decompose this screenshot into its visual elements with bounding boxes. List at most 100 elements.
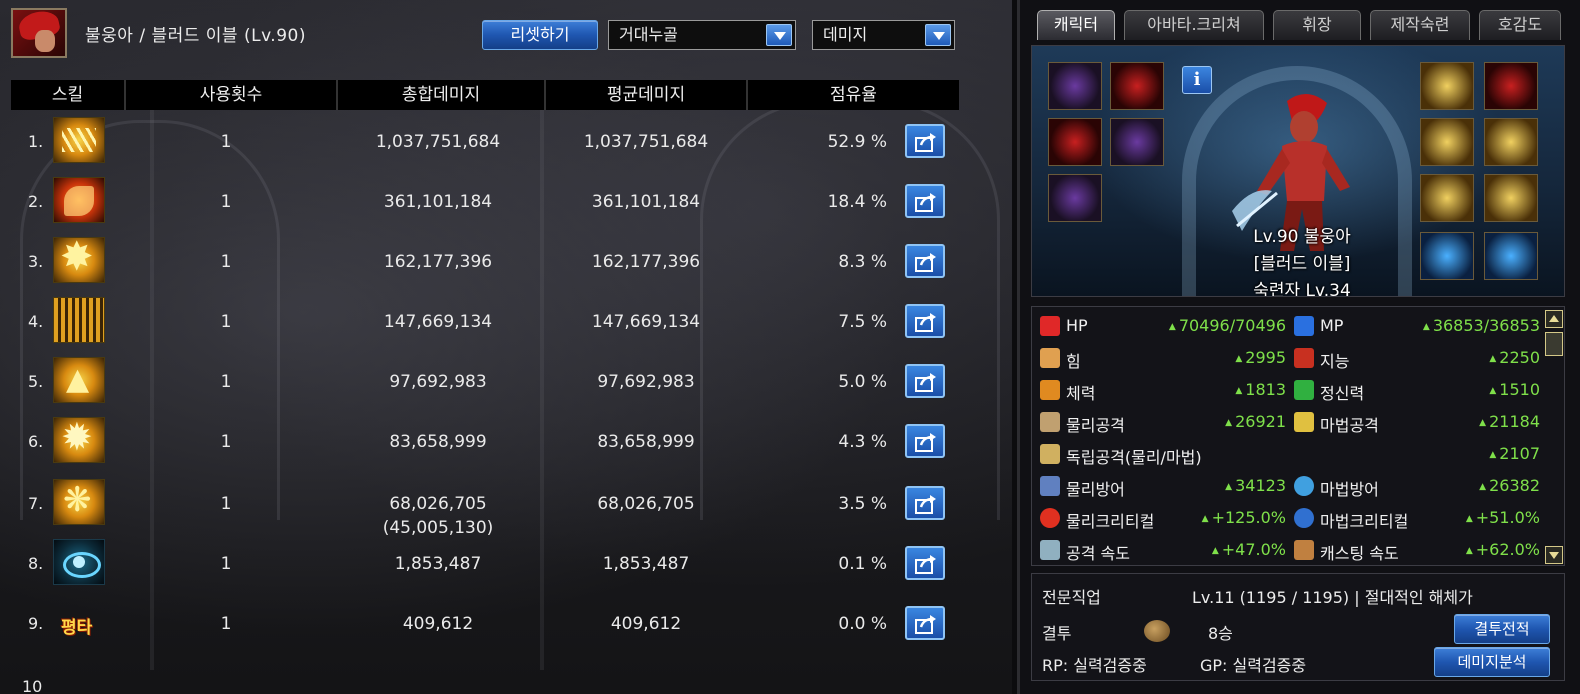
stat-strength: 힘2995 [1036, 345, 1286, 371]
bars-skill-icon[interactable] [53, 297, 105, 343]
medal-icon [1144, 620, 1170, 642]
equipment-slot[interactable] [1048, 62, 1102, 110]
magic-crit-icon [1294, 508, 1314, 528]
share-icon[interactable] [905, 546, 945, 580]
stat-spirit: 정신력1510 [1290, 377, 1540, 403]
share-icon[interactable] [905, 304, 945, 338]
equipment-slot[interactable] [1048, 174, 1102, 222]
share-icon[interactable] [905, 364, 945, 398]
damage-share: 0.0 % [838, 614, 887, 634]
tab-emblem[interactable]: 휘장 [1273, 10, 1361, 40]
pvp-record-button[interactable]: 결투전적 [1454, 614, 1550, 644]
table-row: 3. 1 162,177,396 162,177,396 8.3 % [11, 232, 959, 292]
tab-crafting[interactable]: 제작숙련 [1370, 10, 1470, 40]
body-icon [1040, 380, 1060, 400]
eye-icon [1294, 348, 1314, 368]
damage-analysis-button[interactable]: 데미지분석 [1434, 647, 1550, 677]
share-icon[interactable] [905, 184, 945, 218]
total-damage: 147,669,134 [383, 312, 493, 332]
average-damage: 409,612 [610, 614, 682, 634]
pvp-label: 결투 [1042, 624, 1072, 643]
table-row: 5. 1 97,692,983 97,692,983 5.0 % [11, 352, 959, 412]
total-damage: 1,037,751,684 [375, 132, 501, 152]
burst-skill-icon[interactable] [53, 237, 105, 283]
equipment-slot[interactable] [1420, 62, 1474, 110]
character-avatar [11, 8, 67, 58]
row-number: 1. [28, 132, 44, 151]
stats-scrollbar[interactable] [1545, 310, 1563, 564]
equipment-slot[interactable] [1484, 232, 1538, 280]
stat-independent-attack: 독립공격(물리/마법)2107 [1036, 441, 1540, 467]
arm-icon [1040, 348, 1060, 368]
reset-button[interactable]: 리셋하기 [482, 20, 598, 50]
row-number: 6. [28, 432, 44, 451]
average-damage: 1,037,751,684 [583, 132, 709, 152]
equipment-slot[interactable] [1484, 62, 1538, 110]
tab-character[interactable]: 캐릭터 [1037, 10, 1115, 40]
damage-share: 7.5 % [838, 312, 887, 332]
column-header-share: 점유율 [830, 85, 877, 105]
use-count: 1 [220, 132, 232, 152]
total-damage: 83,658,999 [389, 432, 487, 452]
spike-skill-icon[interactable] [53, 357, 105, 403]
crosshair-icon [1040, 508, 1060, 528]
equipment-slot[interactable] [1110, 62, 1164, 110]
stat-physical-critical: 물리크리티컬+125.0% [1036, 505, 1286, 531]
use-count: 1 [220, 494, 232, 514]
equipment-slot[interactable] [1420, 118, 1474, 166]
equipment-slot[interactable] [1484, 174, 1538, 222]
scroll-down-icon[interactable] [1545, 546, 1563, 564]
chevron-down-icon[interactable] [925, 24, 951, 46]
chevron-down-icon[interactable] [766, 24, 792, 46]
tab-affinity[interactable]: 호감도 [1479, 10, 1561, 40]
share-icon[interactable] [905, 124, 945, 158]
equipment-slot[interactable] [1048, 118, 1102, 166]
eye-skill-icon[interactable] [53, 539, 105, 585]
stat-intelligence: 지능2250 [1290, 345, 1540, 371]
equipment-slot[interactable] [1110, 118, 1164, 166]
basic-attack-skill-icon[interactable]: 평타 [53, 599, 105, 645]
heart-icon [1040, 316, 1060, 336]
column-header-count: 사용횟수 [126, 80, 338, 110]
table-row: 8. 1 1,853,487 1,853,487 0.1 % [11, 534, 959, 594]
profession-panel: 전문직업 Lv.11 (1195 / 1195) | 절대적인 해체가 결투 8… [1031, 573, 1565, 681]
gp-status: GP: 실력검증중 [1200, 656, 1307, 675]
average-damage: 97,692,983 [597, 372, 695, 392]
stat-mp: MP36853/36853 [1290, 313, 1540, 339]
share-icon[interactable] [905, 606, 945, 640]
share-icon[interactable] [905, 244, 945, 278]
column-header-total: 총합데미지 [338, 80, 546, 110]
table-row: 9. 평타 1 409,612 409,612 0.0 % [11, 594, 959, 654]
claw-skill-icon[interactable] [53, 117, 105, 163]
boss-select[interactable]: 거대누골 [608, 20, 796, 50]
scroll-thumb[interactable] [1545, 332, 1563, 356]
table-row: 1. 1 1,037,751,684 1,037,751,684 52.9 % [11, 112, 959, 172]
damage-share: 5.0 % [838, 372, 887, 392]
star-skill-icon[interactable] [53, 417, 105, 463]
info-icon[interactable]: i [1182, 66, 1212, 94]
tab-avatar-creature[interactable]: 아바타.크리쳐 [1124, 10, 1264, 40]
use-count: 1 [220, 614, 232, 634]
stat-casting-speed: 캐스팅 속도+62.0% [1290, 537, 1540, 563]
average-damage: 83,658,999 [597, 432, 695, 452]
row-number: 8. [28, 554, 44, 573]
share-icon[interactable] [905, 424, 945, 458]
total-damage: 97,692,983 [389, 372, 487, 392]
use-count: 1 [220, 432, 232, 452]
dragon-skill-icon[interactable] [53, 177, 105, 223]
character-class: [블러드 이블] [1253, 254, 1351, 274]
total-damage: 68,026,705 [389, 494, 487, 514]
character-info-panel: 캐릭터 아바타.크리쳐 휘장 제작숙련 호감도 i Lv.90 불웅아 [블러드… [1017, 0, 1580, 694]
stat-physical-defense: 물리방어34123 [1036, 473, 1286, 499]
character-title: 불웅아 / 블러드 이블 (Lv.90) [85, 26, 306, 46]
multi-hit-skill-icon[interactable] [53, 479, 105, 525]
share-icon[interactable] [905, 486, 945, 520]
metric-select[interactable]: 데미지 [812, 20, 955, 50]
stats-panel: HP70496/70496 MP36853/36853 힘2995 지능2250… [1031, 306, 1565, 566]
equipment-slot[interactable] [1484, 118, 1538, 166]
table-header: 스킬 사용횟수 총합데미지 평균데미지 점유율 [11, 80, 959, 110]
equipment-slot[interactable] [1420, 174, 1474, 222]
damage-share: 52.9 % [827, 132, 887, 152]
scroll-up-icon[interactable] [1545, 310, 1563, 328]
total-damage: 1,853,487 [394, 554, 482, 574]
